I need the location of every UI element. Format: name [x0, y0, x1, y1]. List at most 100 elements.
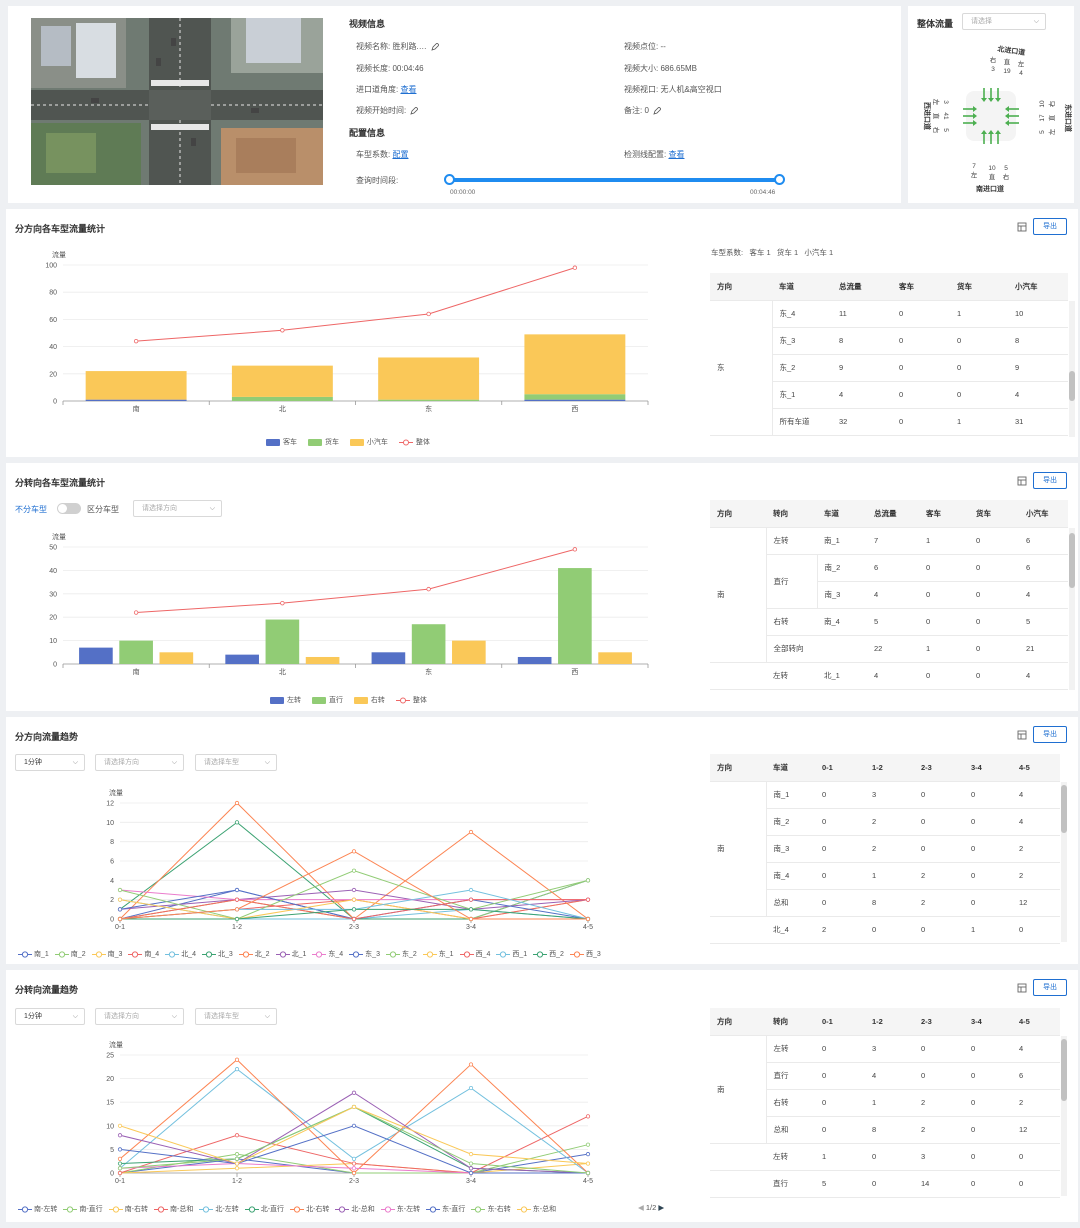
legend-item[interactable]: 南-直行	[63, 1204, 103, 1214]
time-range-slider[interactable]	[444, 174, 785, 186]
legend-item[interactable]: 北_1	[275, 949, 306, 959]
edit-name-icon[interactable]	[431, 42, 440, 51]
cell: 4	[832, 381, 892, 409]
entry-angle-view-link[interactable]: 查看	[400, 85, 416, 94]
col-header: 车道	[772, 273, 832, 301]
vehicle-type-toggle[interactable]	[57, 503, 81, 514]
legend-swatch-right	[353, 696, 368, 704]
legend-item[interactable]: 北-左转	[199, 1204, 239, 1214]
table-view-icon[interactable]	[1017, 983, 1027, 993]
legend-item[interactable]: 南_2	[54, 949, 86, 959]
legend-item[interactable]: 左转	[270, 695, 301, 705]
series-point	[351, 1156, 357, 1161]
section-turn-trend: 分转向流量趋势 导出 1分钟 ⌵ 请选择方向 ⌵ 请选择车型 ⌵ 0 5 10 15 20 25…	[6, 970, 1078, 1222]
edit-start-icon[interactable]	[410, 106, 419, 115]
legend-item[interactable]: 北_4	[165, 949, 196, 959]
toggle-no-vehicle-type[interactable]: 不分车型	[15, 504, 47, 515]
slider-end-handle[interactable]	[774, 174, 785, 185]
sec1-export-button[interactable]: 导出	[1033, 218, 1067, 235]
cell: 4	[865, 1062, 914, 1090]
pager-next-icon[interactable]: ▶	[658, 1203, 664, 1212]
cell: 32	[832, 408, 892, 436]
series-point	[117, 916, 123, 922]
edit-note-icon[interactable]	[653, 106, 662, 115]
legend-item[interactable]: 货车	[307, 437, 339, 447]
vehicle-coef-config-link[interactable]: 配置	[392, 150, 408, 159]
cell: 直行	[766, 1062, 815, 1090]
bar	[378, 399, 480, 401]
sec4-export-button[interactable]: 导出	[1033, 979, 1067, 996]
legend-item[interactable]: 南_4	[128, 949, 159, 959]
legend-item[interactable]: 北-总和	[335, 1204, 375, 1214]
legend-line-swatch	[426, 1206, 441, 1213]
sec2-export-button[interactable]: 导出	[1033, 472, 1067, 489]
legend-item[interactable]: 北_2	[238, 949, 270, 959]
legend-item[interactable]: 南-左转	[18, 1204, 57, 1214]
overall-select[interactable]: 请选择 ⌵	[962, 13, 1046, 30]
legend-item[interactable]: 西_3	[569, 949, 601, 959]
sec1-scrollbar[interactable]	[1069, 301, 1075, 437]
legend-item[interactable]: 小汽车	[349, 437, 388, 447]
sec3-export-button[interactable]: 导出	[1033, 726, 1067, 743]
series-point	[117, 897, 123, 902]
toggle-vehicle-type[interactable]: 区分车型	[87, 504, 119, 515]
legend-item[interactable]: 西_1	[496, 949, 527, 959]
group-cell: 东	[710, 300, 773, 436]
sec2-direction-select[interactable]: 请选择方向 ⌵	[133, 500, 222, 517]
legend-item[interactable]: 南-总和	[154, 1204, 193, 1214]
sec4-direction-select[interactable]: 请选择方向 ⌵	[95, 1008, 184, 1025]
table-view-icon[interactable]	[1017, 730, 1027, 740]
video-note-value: 0	[644, 106, 649, 115]
pager-prev-icon[interactable]: ◀	[638, 1203, 644, 1212]
legend-item[interactable]: 南_1	[18, 949, 49, 959]
chevron-down-icon: ⌵	[264, 1013, 270, 1020]
legend-item[interactable]: 东-总和	[516, 1204, 556, 1214]
series-point	[585, 916, 591, 922]
pager-text: 1/2	[645, 1203, 657, 1212]
select-placeholder: 请选择车型	[204, 1013, 239, 1020]
sec3-interval-select[interactable]: 1分钟 ⌵	[15, 754, 85, 771]
table-view-icon[interactable]	[1017, 476, 1027, 486]
sec3-scrollbar[interactable]	[1061, 782, 1067, 942]
cell: 0	[969, 662, 1019, 690]
legend-item[interactable]: 东_3	[349, 949, 380, 959]
legend-item[interactable]: 客车	[266, 437, 297, 447]
legend-item[interactable]: 东-右转	[471, 1204, 511, 1214]
table-view-icon[interactable]	[1017, 222, 1027, 232]
cell: 6	[1012, 1062, 1060, 1090]
sec4-interval-select[interactable]: 1分钟 ⌵	[15, 1008, 85, 1025]
cell: 6	[867, 554, 919, 582]
video-info-title: 视频信息	[349, 19, 386, 29]
legend-item[interactable]: 南_3	[91, 949, 122, 959]
series-line	[119, 1059, 589, 1174]
cell: 直行	[766, 1170, 815, 1198]
video-thumbnail[interactable]	[31, 18, 323, 185]
legend-item[interactable]: 东-左转	[380, 1204, 420, 1214]
sec3-vehicle-select[interactable]: 请选择车型 ⌵	[195, 754, 277, 771]
sec2-scrollbar[interactable]	[1069, 528, 1075, 690]
legend-item[interactable]: 西_4	[459, 949, 490, 959]
legend-item[interactable]: 东_1	[422, 949, 454, 959]
legend-item[interactable]: 西_2	[533, 949, 564, 959]
table-row: 南左转 0 3 0 0 4	[710, 1035, 1060, 1144]
legend-item[interactable]: 东_2	[385, 949, 417, 959]
sec4-scrollbar[interactable]	[1061, 1036, 1067, 1196]
legend-item[interactable]: 直行	[311, 695, 343, 705]
legend-item[interactable]: 东_4	[312, 949, 343, 959]
series-point	[234, 897, 240, 902]
detect-line-view-link[interactable]: 查看	[668, 150, 684, 159]
sec1-coef-item: 货车 1	[776, 248, 799, 257]
legend-item[interactable]: 东-直行	[426, 1204, 465, 1214]
legend-label: 东_3	[365, 951, 380, 958]
cell: 2	[1012, 835, 1060, 863]
slider-start-handle[interactable]	[444, 174, 455, 185]
legend-item[interactable]: 整体	[398, 437, 430, 447]
legend-item[interactable]: 北-右转	[290, 1204, 329, 1214]
sec3-direction-select[interactable]: 请选择方向 ⌵	[95, 754, 184, 771]
legend-item[interactable]: 整体	[395, 695, 427, 705]
sec4-vehicle-select[interactable]: 请选择车型 ⌵	[195, 1008, 277, 1025]
legend-item[interactable]: 右转	[353, 695, 385, 705]
legend-item[interactable]: 南-右转	[108, 1204, 148, 1214]
legend-item[interactable]: 北-直行	[244, 1204, 284, 1214]
legend-item[interactable]: 北_3	[201, 949, 233, 959]
